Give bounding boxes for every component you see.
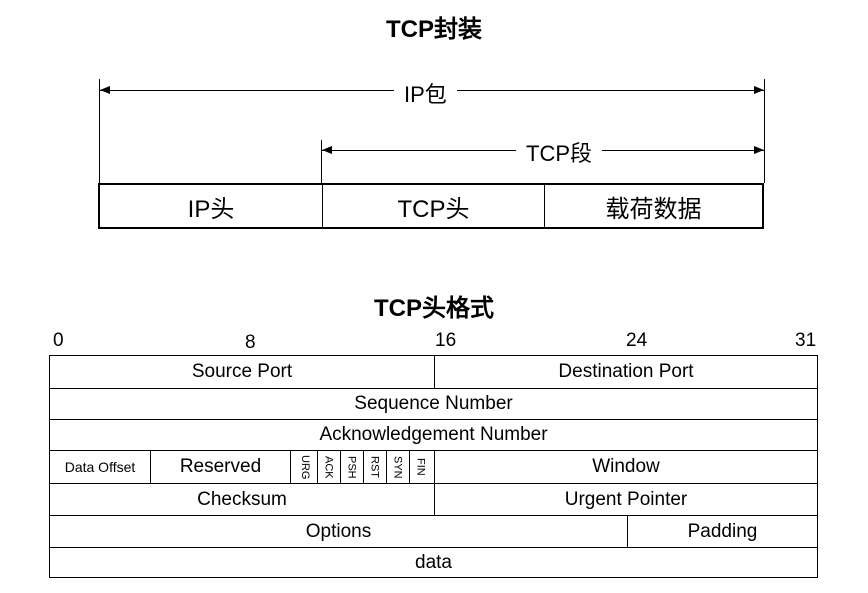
header-row-data: data [50, 547, 817, 577]
ip-header-cell: IP头 [100, 185, 322, 227]
flag-ack: ACK [316, 451, 340, 483]
ip-packet-left-extension [99, 79, 100, 183]
urgent-pointer-cell: Urgent Pointer [434, 484, 817, 515]
reserved-cell: Reserved [150, 451, 290, 483]
tcp-header-table: Source Port Destination Port Sequence Nu… [49, 355, 818, 578]
flag-syn: SYN [385, 451, 409, 483]
bit-label-0: 0 [53, 330, 64, 351]
flag-fin: FIN [408, 451, 432, 483]
ip-packet-arrow-right-icon [754, 86, 764, 94]
ip-packet-right-extension [764, 79, 765, 183]
checksum-cell: Checksum [197, 488, 287, 510]
payload-cell: 载荷数据 [544, 185, 762, 227]
tcp-segment-arrow-right-icon [754, 146, 764, 154]
tcp-header-cell: TCP头 [322, 185, 544, 227]
encapsulation-box: IP头 TCP头 载荷数据 [98, 183, 764, 229]
data-offset-cell: Data Offset [64, 459, 136, 475]
window-cell: Window [434, 451, 817, 483]
tcp-segment-arrow-left-icon [322, 146, 332, 154]
header-row-ports: Source Port Destination Port [50, 356, 817, 388]
encapsulation-title: TCP封装 [386, 16, 482, 43]
flag-psh: PSH [339, 451, 363, 483]
header-row-sequence: Sequence Number [50, 388, 817, 419]
bit-label-16: 16 [435, 330, 457, 351]
ip-packet-label: IP包 [394, 77, 457, 109]
data-cell: data [415, 551, 452, 573]
header-format-title: TCP头格式 [374, 295, 494, 322]
source-port-cell: Source Port [191, 361, 293, 382]
ip-packet-arrow-left-icon [100, 86, 110, 94]
bit-label-31: 31 [795, 330, 817, 351]
tcp-header-label: TCP头 [397, 195, 470, 223]
bit-label-8: 8 [245, 332, 256, 353]
padding-cell: Padding [627, 516, 817, 547]
bit-label-24: 24 [626, 330, 648, 351]
flag-rst: RST [362, 451, 386, 483]
acknowledgement-number-cell: Acknowledgement Number [319, 424, 548, 445]
tcp-segment-label: TCP段 [516, 136, 603, 168]
options-cell: Options [305, 520, 372, 542]
header-row-control: Data Offset Reserved URG ACK PSH RST SYN… [50, 450, 817, 483]
header-row-acknowledgement: Acknowledgement Number [50, 419, 817, 450]
payload-label: 载荷数据 [605, 195, 702, 223]
destination-port-cell: Destination Port [434, 356, 817, 388]
header-row-options: Options Padding [50, 515, 817, 547]
ip-header-label: IP头 [187, 195, 235, 223]
header-row-checksum: Checksum Urgent Pointer [50, 483, 817, 515]
flags-group: URG ACK PSH RST SYN FIN [290, 451, 434, 483]
sequence-number-cell: Sequence Number [354, 393, 513, 414]
flag-urg: URG [299, 454, 311, 480]
